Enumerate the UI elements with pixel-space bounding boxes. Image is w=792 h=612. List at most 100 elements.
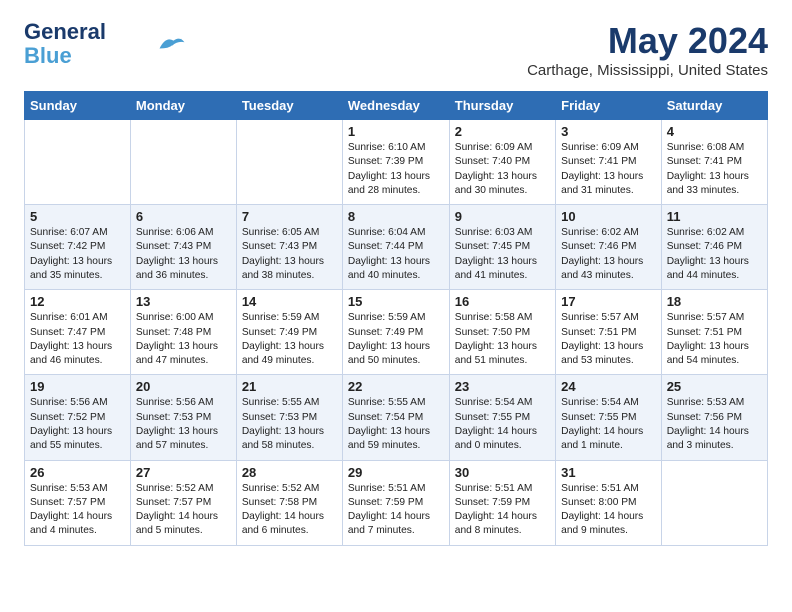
day-info: Sunrise: 6:00 AM Sunset: 7:48 PM Dayligh… xyxy=(136,311,231,368)
day-number: 13 xyxy=(136,294,231,309)
calendar-cell: 23Sunrise: 5:54 AM Sunset: 7:55 PM Dayli… xyxy=(449,375,555,460)
day-info: Sunrise: 5:54 AM Sunset: 7:55 PM Dayligh… xyxy=(561,396,656,453)
day-info: Sunrise: 6:01 AM Sunset: 7:47 PM Dayligh… xyxy=(30,311,125,368)
week-row-4: 19 Sunrise: 5:56 AM Sunset: 7:52 PM Dayli… xyxy=(25,375,768,460)
day-info: Sunrise: 5:56 AM Sunset: 7:53 PM Dayligh… xyxy=(136,396,231,453)
day-number: 4 xyxy=(667,124,762,139)
calendar-cell: 20 Sunrise: 5:56 AM Sunset: 7:53 PM Dayli… xyxy=(130,375,236,460)
calendar-cell: 5 Sunrise: 6:07 AM Sunset: 7:42 PM Daylig… xyxy=(25,205,131,290)
calendar-cell: 21Sunrise: 5:55 AM Sunset: 7:53 PM Dayli… xyxy=(236,375,342,460)
day-info: Sunrise: 5:59 AM Sunset: 7:49 PM Dayligh… xyxy=(348,311,444,368)
day-number: 2 xyxy=(455,124,550,139)
day-info: Sunrise: 6:05 AM Sunset: 7:43 PM Dayligh… xyxy=(242,226,337,283)
subtitle: Carthage, Mississippi, United States xyxy=(527,62,768,79)
day-info: Sunrise: 5:51 AM Sunset: 7:59 PM Dayligh… xyxy=(455,482,550,539)
header-day-monday: Monday xyxy=(130,92,236,120)
calendar-cell xyxy=(130,120,236,205)
day-info: Sunrise: 5:55 AM Sunset: 7:54 PM Dayligh… xyxy=(348,396,444,453)
calendar-cell: 11 Sunrise: 6:02 AM Sunset: 7:46 PM Dayli… xyxy=(661,205,767,290)
day-number: 19 xyxy=(30,379,125,394)
calendar-cell: 24 Sunrise: 5:54 AM Sunset: 7:55 PM Dayli… xyxy=(556,375,662,460)
page-header: GeneralBlue May 2024 Carthage, Mississip… xyxy=(24,20,768,79)
day-number: 11 xyxy=(667,209,762,224)
calendar-cell xyxy=(236,120,342,205)
header-day-sunday: Sunday xyxy=(25,92,131,120)
day-number: 25 xyxy=(667,379,762,394)
logo-text: GeneralBlue xyxy=(24,20,106,68)
calendar-cell: 26 Sunrise: 5:53 AM Sunset: 7:57 PM Dayli… xyxy=(25,460,131,545)
header-day-tuesday: Tuesday xyxy=(236,92,342,120)
day-number: 30 xyxy=(455,465,550,480)
day-number: 14 xyxy=(242,294,337,309)
week-row-1: 1Sunrise: 6:10 AM Sunset: 7:39 PM Daylig… xyxy=(25,120,768,205)
day-info: Sunrise: 5:58 AM Sunset: 7:50 PM Dayligh… xyxy=(455,311,550,368)
day-number: 28 xyxy=(242,465,337,480)
calendar-cell: 1Sunrise: 6:10 AM Sunset: 7:39 PM Daylig… xyxy=(342,120,449,205)
calendar-cell: 18Sunrise: 5:57 AM Sunset: 7:51 PM Dayli… xyxy=(661,290,767,375)
calendar-cell: 7 Sunrise: 6:05 AM Sunset: 7:43 PM Daylig… xyxy=(236,205,342,290)
day-info: Sunrise: 6:07 AM Sunset: 7:42 PM Dayligh… xyxy=(30,226,125,283)
calendar-cell: 19 Sunrise: 5:56 AM Sunset: 7:52 PM Dayli… xyxy=(25,375,131,460)
day-number: 27 xyxy=(136,465,231,480)
day-number: 12 xyxy=(30,294,125,309)
day-info: Sunrise: 5:55 AM Sunset: 7:53 PM Dayligh… xyxy=(242,396,337,453)
day-number: 29 xyxy=(348,465,444,480)
day-number: 24 xyxy=(561,379,656,394)
day-number: 17 xyxy=(561,294,656,309)
day-info: Sunrise: 6:09 AM Sunset: 7:41 PM Dayligh… xyxy=(561,141,656,198)
calendar-cell: 22 Sunrise: 5:55 AM Sunset: 7:54 PM Dayli… xyxy=(342,375,449,460)
day-number: 16 xyxy=(455,294,550,309)
day-number: 22 xyxy=(348,379,444,394)
calendar-cell: 25 Sunrise: 5:53 AM Sunset: 7:56 PM Dayli… xyxy=(661,375,767,460)
logo: GeneralBlue xyxy=(24,20,186,68)
title-block: May 2024 Carthage, Mississippi, United S… xyxy=(527,20,768,79)
calendar-cell: 15 Sunrise: 5:59 AM Sunset: 7:49 PM Dayli… xyxy=(342,290,449,375)
calendar-cell: 12 Sunrise: 6:01 AM Sunset: 7:47 PM Dayli… xyxy=(25,290,131,375)
header-day-thursday: Thursday xyxy=(449,92,555,120)
day-info: Sunrise: 6:02 AM Sunset: 7:46 PM Dayligh… xyxy=(561,226,656,283)
calendar-cell: 28Sunrise: 5:52 AM Sunset: 7:58 PM Dayli… xyxy=(236,460,342,545)
day-number: 8 xyxy=(348,209,444,224)
calendar-cell: 17 Sunrise: 5:57 AM Sunset: 7:51 PM Dayli… xyxy=(556,290,662,375)
header-day-wednesday: Wednesday xyxy=(342,92,449,120)
day-number: 1 xyxy=(348,124,444,139)
day-info: Sunrise: 6:08 AM Sunset: 7:41 PM Dayligh… xyxy=(667,141,762,198)
day-number: 5 xyxy=(30,209,125,224)
day-info: Sunrise: 5:59 AM Sunset: 7:49 PM Dayligh… xyxy=(242,311,337,368)
header-row: SundayMondayTuesdayWednesdayThursdayFrid… xyxy=(25,92,768,120)
day-info: Sunrise: 5:56 AM Sunset: 7:52 PM Dayligh… xyxy=(30,396,125,453)
calendar-cell: 8 Sunrise: 6:04 AM Sunset: 7:44 PM Daylig… xyxy=(342,205,449,290)
day-info: Sunrise: 6:06 AM Sunset: 7:43 PM Dayligh… xyxy=(136,226,231,283)
calendar-cell: 10Sunrise: 6:02 AM Sunset: 7:46 PM Dayli… xyxy=(556,205,662,290)
calendar-cell: 30 Sunrise: 5:51 AM Sunset: 7:59 PM Dayli… xyxy=(449,460,555,545)
day-number: 9 xyxy=(455,209,550,224)
day-info: Sunrise: 5:57 AM Sunset: 7:51 PM Dayligh… xyxy=(667,311,762,368)
day-number: 31 xyxy=(561,465,656,480)
day-number: 7 xyxy=(242,209,337,224)
calendar-cell: 3 Sunrise: 6:09 AM Sunset: 7:41 PM Daylig… xyxy=(556,120,662,205)
day-number: 26 xyxy=(30,465,125,480)
calendar-cell: 9Sunrise: 6:03 AM Sunset: 7:45 PM Daylig… xyxy=(449,205,555,290)
day-number: 3 xyxy=(561,124,656,139)
day-info: Sunrise: 6:04 AM Sunset: 7:44 PM Dayligh… xyxy=(348,226,444,283)
calendar-cell: 13 Sunrise: 6:00 AM Sunset: 7:48 PM Dayli… xyxy=(130,290,236,375)
day-info: Sunrise: 5:53 AM Sunset: 7:57 PM Dayligh… xyxy=(30,482,125,539)
day-info: Sunrise: 5:53 AM Sunset: 7:56 PM Dayligh… xyxy=(667,396,762,453)
calendar-table: SundayMondayTuesdayWednesdayThursdayFrid… xyxy=(24,91,768,546)
week-row-2: 5 Sunrise: 6:07 AM Sunset: 7:42 PM Daylig… xyxy=(25,205,768,290)
day-info: Sunrise: 5:57 AM Sunset: 7:51 PM Dayligh… xyxy=(561,311,656,368)
day-number: 23 xyxy=(455,379,550,394)
week-row-3: 12 Sunrise: 6:01 AM Sunset: 7:47 PM Dayli… xyxy=(25,290,768,375)
day-info: Sunrise: 5:52 AM Sunset: 7:57 PM Dayligh… xyxy=(136,482,231,539)
calendar-cell: 6 Sunrise: 6:06 AM Sunset: 7:43 PM Daylig… xyxy=(130,205,236,290)
calendar-cell xyxy=(661,460,767,545)
day-info: Sunrise: 5:51 AM Sunset: 8:00 PM Dayligh… xyxy=(561,482,656,539)
day-info: Sunrise: 6:02 AM Sunset: 7:46 PM Dayligh… xyxy=(667,226,762,283)
calendar-cell: 4 Sunrise: 6:08 AM Sunset: 7:41 PM Daylig… xyxy=(661,120,767,205)
day-number: 15 xyxy=(348,294,444,309)
day-number: 6 xyxy=(136,209,231,224)
calendar-cell: 29Sunrise: 5:51 AM Sunset: 7:59 PM Dayli… xyxy=(342,460,449,545)
calendar-cell: 27 Sunrise: 5:52 AM Sunset: 7:57 PM Dayli… xyxy=(130,460,236,545)
calendar-cell: 2Sunrise: 6:09 AM Sunset: 7:40 PM Daylig… xyxy=(449,120,555,205)
day-number: 20 xyxy=(136,379,231,394)
